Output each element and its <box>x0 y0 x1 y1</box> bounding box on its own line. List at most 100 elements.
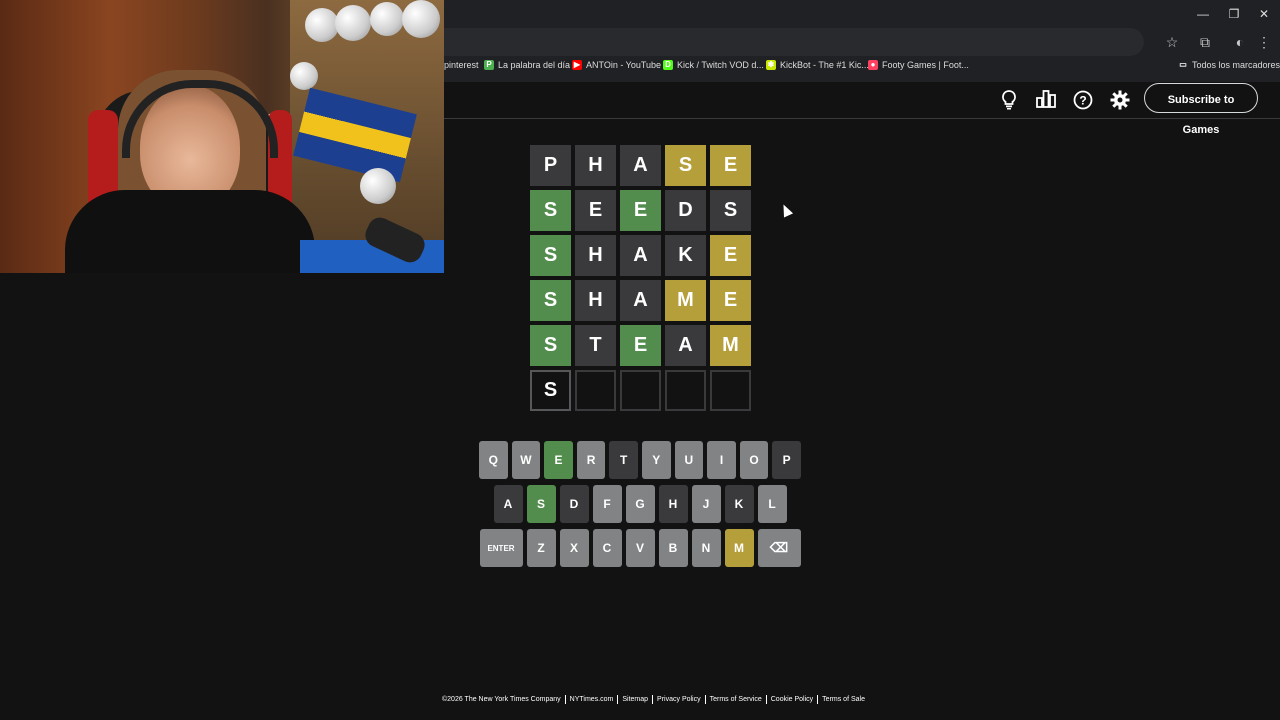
footer: ©2026 The New York Times Company NYTimes.… <box>442 695 865 704</box>
key-s[interactable]: S <box>526 485 556 523</box>
key-n[interactable]: N <box>691 529 721 567</box>
key-e[interactable]: E <box>544 441 573 479</box>
game-board: PHASESEEDSSHAKESHAMESTEAMS <box>530 145 751 415</box>
footer-divider <box>617 695 619 704</box>
bookmark-item[interactable]: ✱ KickBot - The #1 Kic... <box>766 60 869 70</box>
key-i[interactable]: I <box>707 441 736 479</box>
board-tile <box>575 370 616 411</box>
bookmark-item[interactable]: ▶ ANTOin - YouTube <box>572 60 661 70</box>
bookmark-item[interactable]: P La palabra del día <box>484 60 570 70</box>
key-r[interactable]: R <box>576 441 606 479</box>
footer-link[interactable]: Privacy Policy <box>657 696 701 703</box>
key-k[interactable]: K <box>724 485 754 523</box>
board-row: SHAKE <box>530 235 751 276</box>
bookmark-icon: ● <box>868 60 878 70</box>
address-row: ☆ ⧉ ◐ ⋮ <box>444 28 1280 56</box>
board-tile: H <box>575 145 616 186</box>
board-tile: E <box>575 190 616 231</box>
menu-icon[interactable]: ⋮ <box>1254 32 1274 52</box>
key-t[interactable]: T <box>609 441 638 479</box>
close-button[interactable]: ✕ <box>1249 4 1279 24</box>
key-d[interactable]: D <box>559 485 589 523</box>
board-tile: E <box>620 325 661 366</box>
backspace-key[interactable]: ⌫ <box>757 529 801 567</box>
footer-link[interactable]: Sitemap <box>622 696 648 703</box>
subscribe-button[interactable]: Subscribe to Games <box>1144 83 1258 136</box>
bookmark-label: La palabra del día <box>498 60 571 70</box>
footer-link[interactable]: Terms of Sale <box>822 696 865 703</box>
board-tile: A <box>620 280 661 321</box>
board-tile: T <box>575 325 616 366</box>
keyboard-row: ASDFGHJKL <box>479 485 801 523</box>
footer-link[interactable]: Terms of Service <box>710 696 762 703</box>
key-m[interactable]: M <box>724 529 754 567</box>
ball <box>335 5 371 41</box>
bookmarks-bar: pinterest P La palabra del día ▶ ANTOin - Yo… <box>444 58 1280 76</box>
bookmark-label: ANTOin - YouTube <box>586 60 662 70</box>
keyboard-row: QWERTYUIOP <box>479 441 801 479</box>
key-g[interactable]: G <box>625 485 655 523</box>
bookmark-item[interactable]: ● Footy Games | Foot... <box>868 60 969 70</box>
keyboard: Q W E R T Y U I O P A S D F G H J K L ENTER Z X C V B N M ⌫ <box>479 441 801 573</box>
mouse-cursor <box>778 202 794 218</box>
star-icon[interactable]: ☆ <box>1162 32 1182 52</box>
restore-button[interactable]: ❐ <box>1219 4 1249 24</box>
key-b[interactable]: B <box>658 529 688 567</box>
bookmark-icon: ✱ <box>766 60 776 70</box>
footer-divider <box>704 695 706 704</box>
board-tile: H <box>575 280 616 321</box>
bookmark-label: Kick / Twitch VOD d... <box>677 60 764 70</box>
board-tile: A <box>620 145 661 186</box>
key-l[interactable]: L <box>757 485 787 523</box>
key-z[interactable]: Z <box>526 529 556 567</box>
key-c[interactable]: C <box>592 529 622 567</box>
board-tile: D <box>665 190 706 231</box>
lightbulb-icon[interactable] <box>997 90 1021 110</box>
bookmark-label: Footy Games | Foot... <box>882 60 969 70</box>
key-o[interactable]: O <box>739 441 769 479</box>
bookmark-item[interactable]: pinterest <box>444 60 479 70</box>
gear-icon[interactable] <box>1108 90 1132 110</box>
footer-link[interactable]: NYTimes.com <box>570 696 614 703</box>
key-q[interactable]: Q <box>479 441 508 479</box>
stats-icon[interactable] <box>1034 90 1058 110</box>
key-p[interactable]: P <box>772 441 801 479</box>
bookmark-item[interactable]: ▭ Todos los marcadores <box>1178 60 1280 70</box>
bookmark-label: KickBot - The #1 Kic... <box>780 60 869 70</box>
keyboard-row: ENTER Z X C V B N M ⌫ <box>479 529 801 567</box>
bookmark-item[interactable]: D Kick / Twitch VOD d... <box>663 60 764 70</box>
key-y[interactable]: Y <box>642 441 671 479</box>
footer-divider <box>652 695 654 704</box>
footer-link[interactable]: Cookie Policy <box>771 696 813 703</box>
key-v[interactable]: V <box>625 529 655 567</box>
board-tile <box>620 370 661 411</box>
key-w[interactable]: W <box>511 441 541 479</box>
key-x[interactable]: X <box>559 529 589 567</box>
board-tile: S <box>710 190 751 231</box>
minimize-button[interactable]: — <box>1188 4 1218 24</box>
footer-divider <box>817 695 819 704</box>
board-tile: S <box>530 190 571 231</box>
key-f[interactable]: F <box>592 485 622 523</box>
enter-key[interactable]: ENTER <box>479 529 523 567</box>
board-tile: E <box>620 190 661 231</box>
extensions-icon[interactable]: ⧉ <box>1195 32 1215 52</box>
bookmark-icon: D <box>663 60 673 70</box>
board-tile: S <box>530 370 571 411</box>
key-a[interactable]: A <box>493 485 523 523</box>
board-tile: S <box>530 280 571 321</box>
help-icon[interactable]: ? <box>1071 90 1095 110</box>
ball <box>305 8 339 42</box>
board-tile: M <box>710 325 751 366</box>
address-bar[interactable] <box>444 28 1144 56</box>
board-row: STEAM <box>530 325 751 366</box>
key-j[interactable]: J <box>691 485 721 523</box>
board-tile: K <box>665 235 706 276</box>
profile-icon[interactable]: ◐ <box>1230 32 1250 52</box>
board-row: S <box>530 370 751 411</box>
board-tile: M <box>665 280 706 321</box>
key-u[interactable]: U <box>674 441 704 479</box>
jersey <box>65 190 315 273</box>
ball <box>370 2 404 36</box>
key-h[interactable]: H <box>658 485 688 523</box>
